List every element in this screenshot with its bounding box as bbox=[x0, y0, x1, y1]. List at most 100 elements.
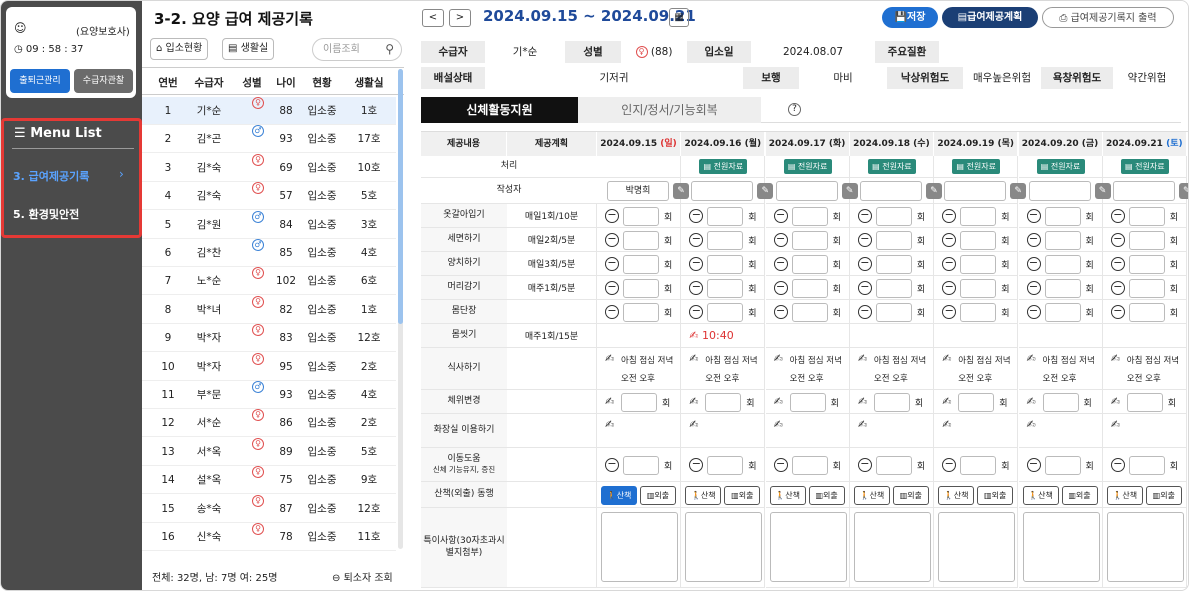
count-input[interactable] bbox=[875, 206, 912, 226]
count-input[interactable] bbox=[1044, 206, 1081, 226]
minus-icon[interactable]: − bbox=[857, 280, 872, 295]
count-input[interactable] bbox=[875, 302, 912, 322]
meal-times[interactable]: 아침 점심 저녁 bbox=[1043, 354, 1095, 366]
search-input[interactable]: 이름조회 ⚲ bbox=[312, 38, 402, 61]
minus-icon[interactable]: − bbox=[689, 304, 704, 319]
out-button[interactable]: ▥외출 bbox=[808, 486, 845, 505]
list-row[interactable]: 9 박*자 ♀ 83 입소중 12호 bbox=[142, 324, 396, 353]
list-row[interactable]: 8 박*녀 ♀ 82 입소중 1호 bbox=[142, 295, 396, 324]
menu-item-records[interactable]: 3. 급여제공기록 bbox=[13, 168, 89, 184]
meal-times[interactable]: 아침 점심 저녁 bbox=[705, 354, 757, 366]
minus-icon[interactable]: − bbox=[857, 208, 872, 223]
minus-icon[interactable]: − bbox=[1110, 304, 1125, 319]
count-input[interactable] bbox=[623, 455, 659, 475]
help-icon[interactable]: ? bbox=[788, 103, 801, 116]
note-textarea[interactable] bbox=[1106, 512, 1184, 582]
count-input[interactable] bbox=[958, 392, 995, 412]
count-input[interactable] bbox=[1044, 302, 1081, 322]
count-input[interactable] bbox=[960, 230, 997, 250]
walk-button[interactable]: 🚶산책 bbox=[853, 486, 890, 505]
count-input[interactable] bbox=[1044, 230, 1081, 250]
walk-button[interactable]: 🚶산책 bbox=[685, 486, 722, 505]
memo-icon[interactable]: ✍ bbox=[858, 352, 867, 365]
list-row[interactable]: 1 기*순 ♀ 88 입소중 1호 bbox=[142, 97, 396, 125]
count-input[interactable] bbox=[873, 392, 910, 412]
list-row[interactable]: 10 박*자 ♀ 95 입소중 2호 bbox=[142, 352, 396, 381]
care-plan-button[interactable]: ▤급여제공계획 bbox=[942, 7, 1038, 28]
admit-status-button[interactable]: ⌂ 입소현황 bbox=[150, 38, 209, 60]
count-input[interactable] bbox=[623, 254, 659, 274]
minus-icon[interactable]: − bbox=[857, 304, 872, 319]
count-input[interactable] bbox=[791, 302, 828, 322]
count-input[interactable] bbox=[1044, 278, 1081, 298]
minus-icon[interactable]: − bbox=[773, 304, 788, 319]
memo-icon[interactable]: ✍ bbox=[942, 395, 951, 408]
resident-data-tag[interactable]: ▤ 전원자료 bbox=[952, 159, 1001, 174]
minus-icon[interactable]: − bbox=[773, 256, 788, 271]
minus-icon[interactable]: − bbox=[689, 208, 704, 223]
count-input[interactable] bbox=[1128, 230, 1165, 250]
minus-icon[interactable]: − bbox=[942, 232, 957, 247]
minus-icon[interactable]: − bbox=[942, 304, 957, 319]
count-input[interactable] bbox=[960, 254, 997, 274]
memo-icon[interactable]: ✍ bbox=[689, 395, 698, 408]
out-button[interactable]: ▥외출 bbox=[640, 486, 676, 505]
count-input[interactable] bbox=[705, 392, 742, 412]
count-input[interactable] bbox=[960, 206, 997, 226]
resident-data-tag[interactable]: ▤ 전원자료 bbox=[867, 159, 916, 174]
list-row[interactable]: 2 김*곤 ♂ 93 입소중 17호 bbox=[142, 125, 396, 154]
list-row[interactable]: 11 부*문 ♂ 93 입소중 4호 bbox=[142, 381, 396, 409]
count-input[interactable] bbox=[875, 278, 912, 298]
count-input[interactable] bbox=[960, 455, 997, 475]
minus-icon[interactable]: − bbox=[1026, 256, 1041, 271]
minus-icon[interactable]: − bbox=[773, 457, 788, 472]
list-row[interactable]: 12 서*순 ♀ 86 입소중 2호 bbox=[142, 409, 396, 438]
memo-icon[interactable]: ✍ bbox=[858, 418, 867, 431]
print-button[interactable]: ⎙ 급여제공기록지 출력 bbox=[1042, 7, 1174, 28]
memo-icon[interactable]: ✍ 10:40 bbox=[689, 329, 733, 342]
meal-times[interactable]: 아침 점심 저녁 bbox=[790, 354, 842, 366]
attendance-button[interactable]: 출퇴근관리 bbox=[10, 69, 70, 93]
list-row[interactable]: 4 김*숙 ♀ 57 입소중 5호 bbox=[142, 182, 396, 211]
meal-halves[interactable]: 오전 오후 bbox=[874, 372, 908, 384]
count-input[interactable] bbox=[621, 392, 657, 412]
meal-halves[interactable]: 오전 오후 bbox=[958, 372, 992, 384]
out-button[interactable]: ▥외출 bbox=[977, 486, 1014, 505]
resident-data-tag[interactable]: ▤ 전원자료 bbox=[783, 159, 832, 174]
count-input[interactable] bbox=[791, 455, 828, 475]
next-week-button[interactable]: > bbox=[449, 9, 471, 27]
minus-icon[interactable]: − bbox=[1110, 457, 1125, 472]
writer-field[interactable] bbox=[1112, 181, 1175, 201]
minus-icon[interactable]: − bbox=[857, 457, 872, 472]
list-row[interactable]: 14 설*옥 ♀ 75 입소중 9호 bbox=[142, 466, 396, 495]
minus-icon[interactable]: − bbox=[1026, 232, 1041, 247]
memo-icon[interactable]: ✍ bbox=[1111, 395, 1120, 408]
note-textarea[interactable] bbox=[938, 512, 1016, 582]
minus-icon[interactable]: − bbox=[689, 280, 704, 295]
minus-icon[interactable]: − bbox=[1110, 280, 1125, 295]
memo-icon[interactable]: ✍ bbox=[689, 418, 698, 431]
count-input[interactable] bbox=[1128, 302, 1165, 322]
memo-icon[interactable]: ✍ bbox=[1027, 352, 1036, 365]
count-input[interactable] bbox=[707, 254, 744, 274]
meal-halves[interactable]: 오전 오후 bbox=[1043, 372, 1077, 384]
list-row[interactable]: 13 서*옥 ♀ 89 입소중 5호 bbox=[142, 437, 396, 466]
count-input[interactable] bbox=[623, 278, 659, 298]
count-input[interactable] bbox=[875, 230, 912, 250]
memo-icon[interactable]: ✍ bbox=[605, 395, 614, 408]
room-button[interactable]: ▤ 생활실 bbox=[222, 38, 275, 60]
minus-icon[interactable]: − bbox=[605, 280, 619, 295]
memo-icon[interactable]: ✍ bbox=[774, 418, 783, 431]
meal-halves[interactable]: 오전 오후 bbox=[621, 372, 655, 384]
meal-times[interactable]: 아침 점심 저녁 bbox=[874, 354, 926, 366]
save-button[interactable]: 💾저장 bbox=[882, 7, 938, 28]
minus-icon[interactable]: − bbox=[942, 256, 957, 271]
minus-icon[interactable]: − bbox=[605, 232, 619, 247]
minus-icon[interactable]: − bbox=[1026, 208, 1041, 223]
minus-icon[interactable]: − bbox=[1026, 457, 1041, 472]
out-button[interactable]: ▥외출 bbox=[892, 486, 929, 505]
count-input[interactable] bbox=[1128, 455, 1165, 475]
memo-icon[interactable]: ✍ bbox=[858, 395, 867, 408]
minus-icon[interactable]: − bbox=[605, 256, 619, 271]
count-input[interactable] bbox=[623, 230, 659, 250]
